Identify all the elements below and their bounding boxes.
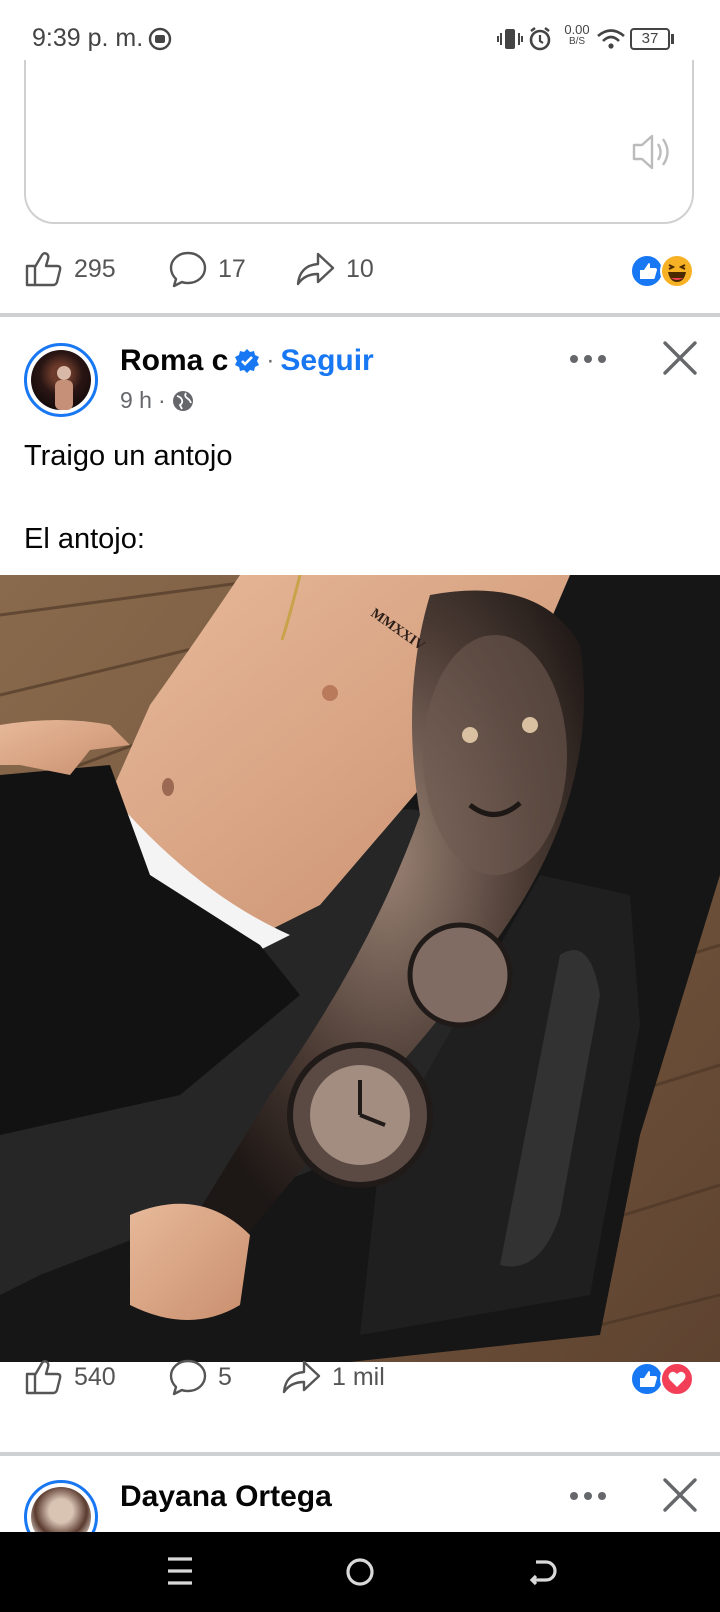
home-icon[interactable] bbox=[344, 1556, 376, 1588]
like-reaction-icon bbox=[630, 1362, 664, 1396]
vibrate-icon bbox=[497, 29, 523, 49]
comment-count: 17 bbox=[218, 254, 246, 283]
more-dots-icon bbox=[570, 1492, 606, 1500]
close-post-button[interactable] bbox=[662, 340, 698, 381]
next-author-name[interactable]: Dayana Ortega bbox=[120, 1480, 332, 1513]
reactions-summary[interactable] bbox=[630, 254, 696, 288]
share-button[interactable]: 1 mil bbox=[282, 1358, 385, 1396]
alarm-icon bbox=[529, 27, 551, 51]
next-author-line: Dayana Ortega bbox=[120, 1480, 332, 1514]
love-reaction-icon bbox=[660, 1362, 694, 1396]
share-icon bbox=[296, 252, 335, 286]
post-meta: 9 h · bbox=[120, 387, 194, 414]
post-text-line-1: Traigo un antojo bbox=[24, 440, 233, 472]
more-options-button[interactable] bbox=[568, 352, 608, 371]
system-nav-bar bbox=[0, 1532, 720, 1612]
avatar-figure-body bbox=[55, 380, 73, 410]
like-count: 540 bbox=[74, 1362, 116, 1391]
share-button[interactable]: 10 bbox=[296, 250, 374, 288]
comment-count: 5 bbox=[218, 1362, 232, 1391]
net-speed-value: 0.00 bbox=[564, 22, 590, 37]
comment-button[interactable]: 5 bbox=[168, 1358, 232, 1396]
haha-reaction-icon bbox=[660, 254, 694, 288]
next-more-options-button[interactable] bbox=[568, 1489, 608, 1508]
post-photo-illustration: MMXXIV bbox=[0, 575, 720, 1362]
close-icon bbox=[663, 1478, 697, 1512]
battery-icon: 37 bbox=[630, 28, 670, 50]
screen-record-icon bbox=[148, 27, 172, 51]
post-actions: 540 5 1 mil bbox=[24, 1348, 696, 1412]
comment-icon bbox=[169, 1359, 207, 1396]
share-count: 10 bbox=[346, 254, 374, 283]
meta-separator: · bbox=[157, 387, 166, 413]
thumbs-up-icon bbox=[25, 1360, 62, 1395]
recent-apps-icon[interactable] bbox=[166, 1554, 194, 1588]
like-button[interactable]: 295 bbox=[24, 250, 116, 288]
thumbs-up-icon bbox=[25, 252, 62, 287]
wifi-icon bbox=[597, 29, 625, 49]
post-text-line-2: El antojo: bbox=[24, 523, 145, 555]
post-photo[interactable]: MMXXIV bbox=[0, 575, 720, 1362]
net-speed-unit: B/S bbox=[568, 36, 586, 47]
post-divider bbox=[0, 1452, 720, 1456]
previous-post-video[interactable] bbox=[24, 60, 694, 224]
post-divider bbox=[0, 313, 720, 317]
author-name[interactable]: Roma c bbox=[120, 344, 228, 378]
header-separator: · bbox=[266, 347, 275, 374]
post-author-line: Roma c · Seguir bbox=[120, 344, 374, 378]
share-count: 1 mil bbox=[332, 1362, 385, 1391]
author-avatar[interactable] bbox=[24, 343, 98, 417]
share-icon bbox=[282, 1360, 321, 1394]
comment-icon bbox=[169, 251, 207, 288]
post-time[interactable]: 9 h bbox=[120, 387, 152, 414]
status-time: 9:39 p. m. bbox=[32, 24, 144, 52]
reactions-summary[interactable] bbox=[630, 1362, 696, 1396]
volume-icon[interactable] bbox=[630, 132, 674, 172]
net-speed: 0.00 B/S bbox=[560, 22, 594, 48]
battery-tip bbox=[671, 34, 674, 44]
globe-icon bbox=[172, 390, 193, 411]
battery-level: 37 bbox=[641, 30, 659, 47]
like-reaction-icon bbox=[630, 254, 664, 288]
follow-button[interactable]: Seguir bbox=[280, 344, 373, 378]
like-button[interactable]: 540 bbox=[24, 1358, 116, 1396]
more-dots-icon bbox=[570, 355, 606, 363]
back-icon[interactable] bbox=[526, 1556, 558, 1588]
comment-button[interactable]: 17 bbox=[168, 250, 246, 288]
avatar-figure bbox=[57, 366, 71, 380]
close-icon bbox=[663, 341, 697, 375]
next-close-post-button[interactable] bbox=[662, 1477, 698, 1518]
like-count: 295 bbox=[74, 254, 116, 283]
previous-post-actions: 295 17 10 bbox=[24, 240, 696, 304]
verified-badge-icon bbox=[235, 349, 260, 373]
